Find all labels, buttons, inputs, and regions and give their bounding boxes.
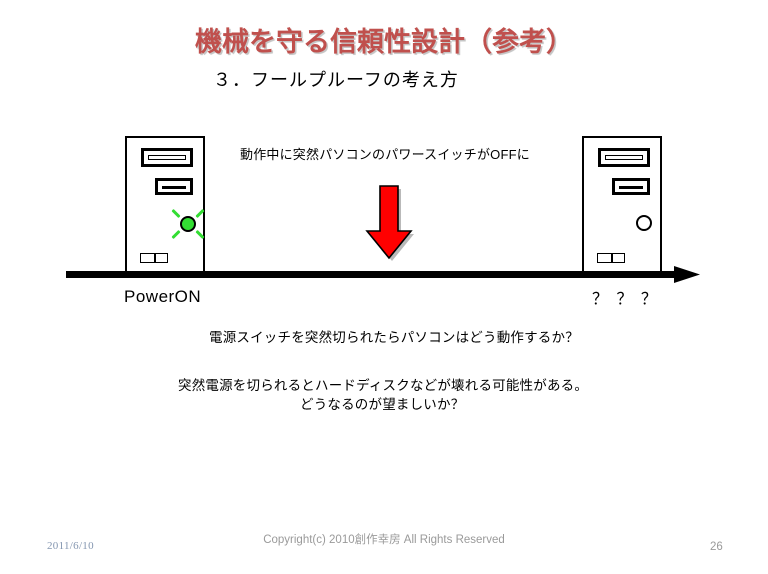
footer-copyright: Copyright(c) 2010創作幸房 All Rights Reserve…	[263, 534, 505, 546]
pc-tower-powered-off	[582, 136, 662, 275]
timeline-axis	[66, 266, 700, 286]
footer-page-number: 26	[710, 541, 723, 553]
timeline-end-label: ？ ？ ？	[592, 291, 659, 308]
red-down-arrow-icon	[359, 182, 415, 262]
warning-text-line-2: どうなるのが望ましいか？	[300, 397, 465, 412]
page-title: 機械を守る信頼性設計（参考）	[195, 27, 573, 57]
power-led-off-icon	[636, 215, 652, 231]
power-led-on-icon	[171, 207, 205, 241]
optical-drive-bay-icon	[598, 148, 650, 167]
section-heading: ３．フールプルーフの考え方	[213, 70, 459, 90]
drive-slot	[148, 155, 186, 160]
led-bulb	[180, 216, 196, 232]
led-ray	[171, 229, 181, 240]
button-divider	[611, 254, 613, 262]
front-panel-buttons-icon	[140, 253, 168, 263]
led-ray	[171, 208, 181, 219]
switch-off-caption: 動作中に突然パソコンのパワースイッチがOFFに	[240, 147, 530, 162]
warning-text-line-1: 突然電源を切られるとハードディスクなどが壊れる可能性がある。	[178, 378, 589, 393]
drive-slot	[619, 186, 643, 189]
footer-date: 2011/6/10	[47, 540, 94, 552]
front-panel-buttons-icon	[597, 253, 625, 263]
floppy-drive-bay-icon	[155, 178, 193, 195]
led-ray	[195, 229, 205, 240]
slide-canvas: 機械を守る信頼性設計（参考） ３．フールプルーフの考え方 動作中に突然パソコンの…	[0, 0, 768, 574]
drive-slot	[162, 186, 186, 189]
drive-slot	[605, 155, 643, 160]
led-ray	[195, 208, 205, 219]
pc-tower-powered-on	[125, 136, 205, 275]
button-divider	[154, 254, 156, 262]
optical-drive-bay-icon	[141, 148, 193, 167]
question-text: 電源スイッチを突然切られたらパソコンはどう動作するか？	[209, 330, 579, 345]
floppy-drive-bay-icon	[612, 178, 650, 195]
timeline-start-label: PowerON	[124, 287, 202, 306]
